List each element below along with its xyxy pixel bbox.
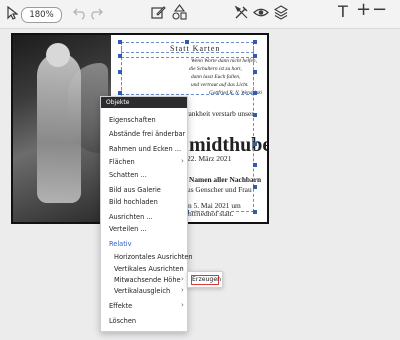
photo-head (46, 43, 70, 67)
context-menu-header: Objekte (101, 97, 187, 108)
resize-handle[interactable] (253, 113, 257, 117)
resize-handle[interactable] (253, 142, 257, 146)
resize-handle[interactable] (118, 54, 122, 58)
minus-icon[interactable]: − (372, 1, 387, 19)
submenu-arrow-icon: › (181, 157, 184, 165)
selection-frame-poem[interactable] (121, 57, 254, 95)
submenu-arrow-icon: › (181, 286, 184, 294)
submenu-arrow-icon: › (181, 275, 184, 283)
menu-item-loeschen[interactable]: Löschen (109, 317, 136, 325)
context-menu: Objekte Eigenschaften Abstände frei ände… (100, 96, 193, 332)
text-icon[interactable]: T (338, 4, 348, 20)
resize-handle[interactable] (118, 70, 122, 74)
menu-item-bild-galerie[interactable]: Bild aus Galerie (109, 186, 161, 194)
redo-icon[interactable] (89, 6, 103, 24)
submenu-arrow-icon: › (181, 301, 184, 309)
resize-handle[interactable] (253, 91, 257, 95)
tools-icon[interactable] (234, 5, 249, 24)
menu-item-schatten[interactable]: Schatten ... (109, 171, 147, 179)
photo-figure (37, 53, 81, 203)
resize-handle[interactable] (253, 185, 257, 189)
resize-handle[interactable] (253, 210, 257, 214)
menu-item-rahmen[interactable]: Rahmen und Ecken ... (109, 145, 181, 153)
menu-item-abstaende[interactable]: Abstände frei änderbar (109, 130, 185, 138)
menu-item-ausrichten[interactable]: Ausrichten ... (109, 213, 153, 221)
resize-handle[interactable] (253, 70, 257, 74)
submenu-arrow-icon: › (181, 264, 184, 272)
resize-handle[interactable] (253, 163, 257, 167)
menu-item-verteilen[interactable]: Verteilen ... (109, 225, 147, 233)
resize-handle[interactable] (118, 91, 122, 95)
menu-item-eigenschaften[interactable]: Eigenschaften (109, 116, 156, 124)
menu-item-bild-hochladen[interactable]: Bild hochladen (109, 198, 158, 206)
menu-item-vertikal[interactable]: Vertikales Ausrichten (114, 265, 184, 273)
undo-icon[interactable] (73, 6, 87, 24)
angel-statue-photo[interactable] (13, 35, 111, 222)
resize-handle[interactable] (118, 40, 122, 44)
submenu-arrow-icon: › (181, 252, 184, 260)
shapes-icon[interactable] (172, 4, 187, 25)
resize-handle[interactable] (253, 54, 257, 58)
menu-section-relativ: Relativ (109, 240, 132, 248)
submenu-item-erzeugen[interactable]: Erzeugen (191, 275, 221, 285)
menu-item-flaechen[interactable]: Flächen (109, 158, 135, 166)
plus-icon[interactable]: + (356, 1, 371, 19)
toolbar: 180% T + − (0, 0, 400, 29)
menu-item-effekte[interactable]: Effekte (109, 302, 132, 310)
layers-icon[interactable] (273, 5, 289, 24)
zoom-level[interactable]: 180% (21, 7, 62, 23)
edit-icon[interactable] (151, 5, 166, 24)
submenu-mitwachsend: Erzeugen (187, 271, 223, 288)
resize-handle[interactable] (253, 40, 257, 44)
menu-item-mitwachsend[interactable]: Mitwachsende Höhe (114, 276, 181, 284)
eye-icon[interactable] (253, 6, 269, 23)
menu-item-vertikalausgleich[interactable]: Vertikalausgleich (114, 287, 170, 295)
pointer-icon[interactable] (7, 5, 19, 24)
resize-handle[interactable] (185, 40, 189, 44)
